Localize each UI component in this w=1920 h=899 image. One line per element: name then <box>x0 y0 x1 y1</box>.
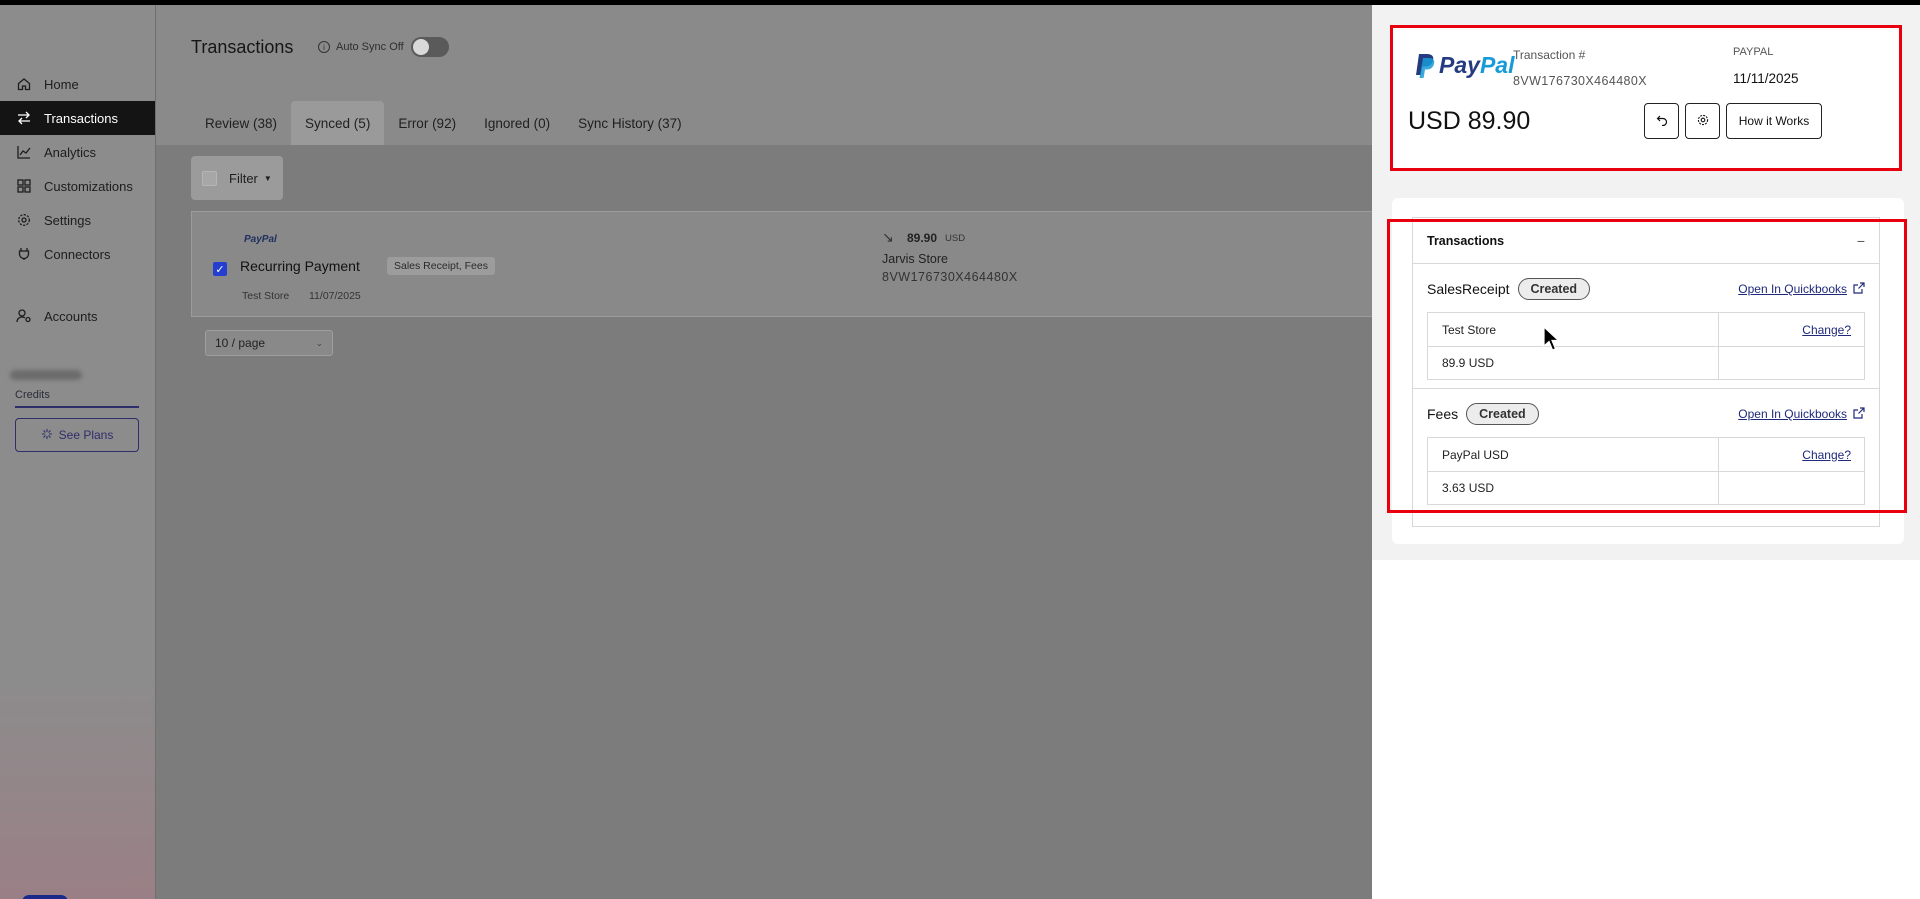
undo-icon <box>1656 114 1668 129</box>
row-title: Recurring Payment <box>240 258 360 274</box>
sidebar-item-transactions[interactable]: Transactions <box>0 101 155 135</box>
settings-button[interactable] <box>1685 103 1720 139</box>
tab-synced[interactable]: Synced (5) <box>291 101 385 145</box>
see-plans-button[interactable]: See Plans <box>15 418 139 452</box>
transaction-header-card: PayPal Transaction # 8VW176730X464480X P… <box>1390 25 1902 171</box>
filter-dropdown[interactable]: Filter ▼ <box>191 156 283 200</box>
transaction-date: 11/11/2025 <box>1733 71 1799 86</box>
credits-label: Credits <box>15 389 139 408</box>
page-size-value: 10 / page <box>215 336 266 350</box>
sidebar-item-connectors[interactable]: Connectors <box>0 237 155 271</box>
grid-icon <box>14 178 34 194</box>
select-all-checkbox[interactable] <box>202 170 217 186</box>
row-currency: USD <box>945 233 966 244</box>
sidebar-item-home[interactable]: Home <box>0 67 155 101</box>
paypal-logo: PayPal <box>244 234 277 245</box>
row-tags: Sales Receipt, Fees <box>387 257 495 275</box>
transaction-number-label: Transaction # <box>1513 48 1586 62</box>
sidebar-item-label: Connectors <box>44 246 111 262</box>
chevron-down-icon: ⌄ <box>315 337 323 348</box>
main-content: Transactions i Auto Sync Off Review (38)… <box>156 5 1372 899</box>
tab-error[interactable]: Error (92) <box>384 101 470 145</box>
mouse-cursor-icon <box>1543 326 1561 351</box>
sidebar-item-label: Accounts <box>44 308 98 324</box>
gear-icon <box>14 212 34 228</box>
transaction-number-value: 8VW176730X464480X <box>1513 74 1647 88</box>
row-date: 11/07/2025 <box>309 290 361 302</box>
plug-icon <box>14 246 34 262</box>
see-plans-label: See Plans <box>58 428 114 442</box>
tab-review[interactable]: Review (38) <box>191 101 291 145</box>
highlight-box <box>1387 219 1907 513</box>
page-header: Transactions i Auto Sync Off Review (38)… <box>156 5 1372 145</box>
gear-icon <box>1697 114 1709 129</box>
sidebar-item-settings[interactable]: Settings <box>0 203 155 237</box>
sidebar-item-label: Customizations <box>44 178 133 194</box>
tab-ignored[interactable]: Ignored (0) <box>470 101 564 145</box>
row-checkbox[interactable]: ✓ <box>213 262 227 276</box>
filter-label: Filter <box>229 170 258 186</box>
sidebar-nav: Home Transactions Analytics Customizatio… <box>0 67 155 333</box>
auto-sync-label: Auto Sync Off <box>336 41 404 53</box>
auto-sync-status: i Auto Sync Off <box>318 41 404 53</box>
how-it-works-button[interactable]: How it Works <box>1726 103 1822 139</box>
swap-icon <box>14 110 34 126</box>
credits-value-blurred <box>10 370 82 380</box>
sidebar-item-analytics[interactable]: Analytics <box>0 135 155 169</box>
home-icon <box>14 76 34 92</box>
transaction-source: PAYPAL <box>1733 46 1774 58</box>
sidebar-item-accounts[interactable]: Accounts <box>0 299 155 333</box>
chat-widget-button[interactable] <box>22 895 68 899</box>
tab-sync-history[interactable]: Sync History (37) <box>564 101 696 145</box>
paypal-logo: PayPal <box>1415 52 1514 79</box>
sparkle-icon <box>41 428 53 443</box>
sidebar-item-label: Analytics <box>44 144 97 160</box>
row-store: Jarvis Store <box>882 252 948 266</box>
sidebar: Home Transactions Analytics Customizatio… <box>0 5 156 899</box>
transaction-detail-drawer: PayPal Transaction # 8VW176730X464480X P… <box>1372 5 1920 899</box>
user-gear-icon <box>14 308 34 324</box>
chart-line-icon <box>14 144 34 160</box>
page-title: Transactions <box>191 37 294 57</box>
transaction-amount: USD 89.90 <box>1408 107 1531 135</box>
row-amount: 89.90 <box>907 231 938 245</box>
sidebar-item-customizations[interactable]: Customizations <box>0 169 155 203</box>
sidebar-item-label: Transactions <box>44 110 118 126</box>
status-tabs: Review (38) Synced (5) Error (92) Ignore… <box>191 101 696 145</box>
table-row[interactable]: ✓ PayPal Recurring Payment Sales Receipt… <box>191 211 1372 317</box>
page-size-select[interactable]: 10 / page ⌄ <box>205 330 333 356</box>
paypal-p-icon <box>1416 53 1435 78</box>
sidebar-item-label: Settings <box>44 212 91 228</box>
row-transaction-id: 8VW176730X464480X <box>882 270 1018 284</box>
caret-down-icon: ▼ <box>263 173 272 183</box>
sidebar-item-label: Home <box>44 76 79 92</box>
undo-button[interactable] <box>1644 103 1679 139</box>
info-icon: i <box>318 41 330 53</box>
arrow-down-right-icon: ↘ <box>882 229 894 245</box>
row-account: Test Store <box>242 290 290 302</box>
auto-sync-toggle[interactable] <box>411 37 449 57</box>
